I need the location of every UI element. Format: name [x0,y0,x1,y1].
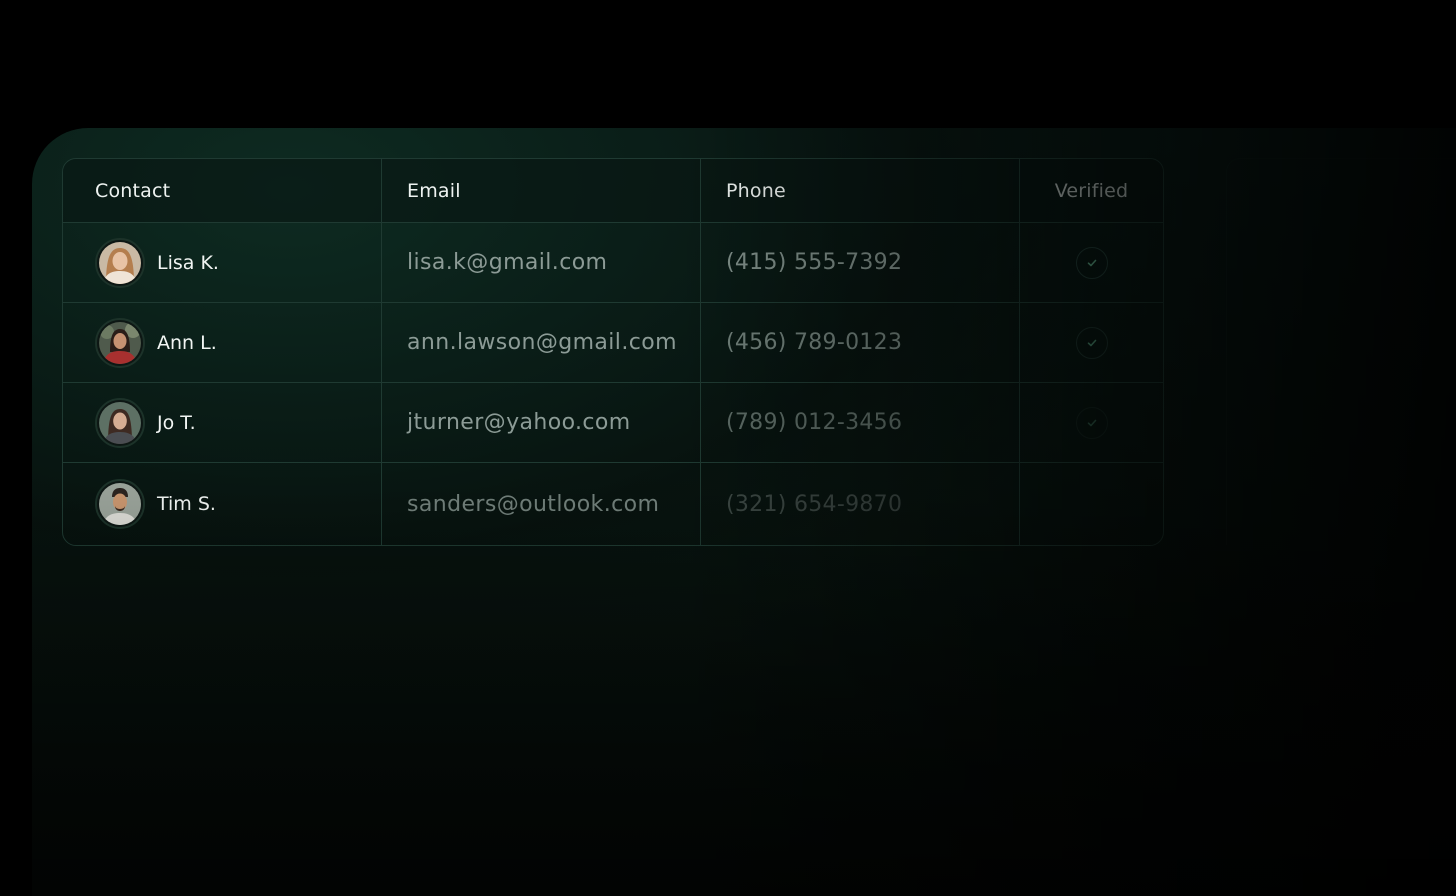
contacts-table: Contact Email Phone Verified Lisa K. lis… [62,158,1164,546]
contact-phone[interactable]: (321) 654-9870 [726,492,902,517]
check-circle-icon [1075,406,1108,439]
header-email-label: Email [407,179,461,202]
avatar [95,317,145,368]
table-row[interactable]: Ann L. ann.lawson@gmail.com (456) 789-01… [63,303,1163,383]
contact-cell: Jo T. [63,383,382,462]
table-row[interactable]: Jo T. jturner@yahoo.com (789) 012-3456 [63,383,1163,463]
contact-phone[interactable]: (415) 555-7392 [726,250,902,275]
phone-cell: (321) 654-9870 [701,463,1020,545]
avatar [95,479,145,529]
contact-email[interactable]: ann.lawson@gmail.com [407,330,677,355]
phone-cell: (415) 555-7392 [701,223,1020,302]
verified-cell [1020,383,1163,462]
verified-cell [1020,463,1163,545]
avatar-ann-icon [99,321,141,364]
ghost-column [1226,158,1456,545]
check-circle-icon [1075,246,1108,279]
header-phone-label: Phone [726,179,786,202]
email-cell: ann.lawson@gmail.com [382,303,701,382]
phone-cell: (456) 789-0123 [701,303,1020,382]
verified-cell [1020,303,1163,382]
avatar-tim-icon [99,483,141,525]
contact-phone[interactable]: (456) 789-0123 [726,330,902,355]
contact-name: Lisa K. [157,251,219,274]
avatar-jo-icon [99,401,141,444]
contact-email[interactable]: sanders@outlook.com [407,492,659,517]
avatar-lisa-icon [99,241,141,284]
contact-cell: Tim S. [63,463,382,545]
contact-email[interactable]: jturner@yahoo.com [407,410,631,435]
phone-cell: (789) 012-3456 [701,383,1020,462]
email-cell: lisa.k@gmail.com [382,223,701,302]
email-cell: jturner@yahoo.com [382,383,701,462]
contact-cell: Ann L. [63,303,382,382]
header-verified-label: Verified [1054,179,1129,202]
header-contact[interactable]: Contact [63,159,382,222]
verified-cell [1020,223,1163,302]
contact-email[interactable]: lisa.k@gmail.com [407,250,607,275]
table-row[interactable]: Lisa K. lisa.k@gmail.com (415) 555-7392 [63,223,1163,303]
table-row[interactable]: Tim S. sanders@outlook.com (321) 654-987… [63,463,1163,545]
header-verified[interactable]: Verified [1020,159,1163,222]
avatar [95,397,145,448]
contact-name: Ann L. [157,331,217,354]
contacts-panel: Contact Email Phone Verified Lisa K. lis… [32,128,1456,896]
contact-name: Jo T. [157,411,196,434]
contact-name: Tim S. [157,493,216,515]
contact-cell: Lisa K. [63,223,382,302]
header-contact-label: Contact [95,179,171,202]
email-cell: sanders@outlook.com [382,463,701,545]
header-phone[interactable]: Phone [701,159,1020,222]
contact-phone[interactable]: (789) 012-3456 [726,410,902,435]
check-circle-icon [1075,326,1108,359]
table-header: Contact Email Phone Verified [63,159,1163,223]
avatar [95,237,145,288]
header-email[interactable]: Email [382,159,701,222]
